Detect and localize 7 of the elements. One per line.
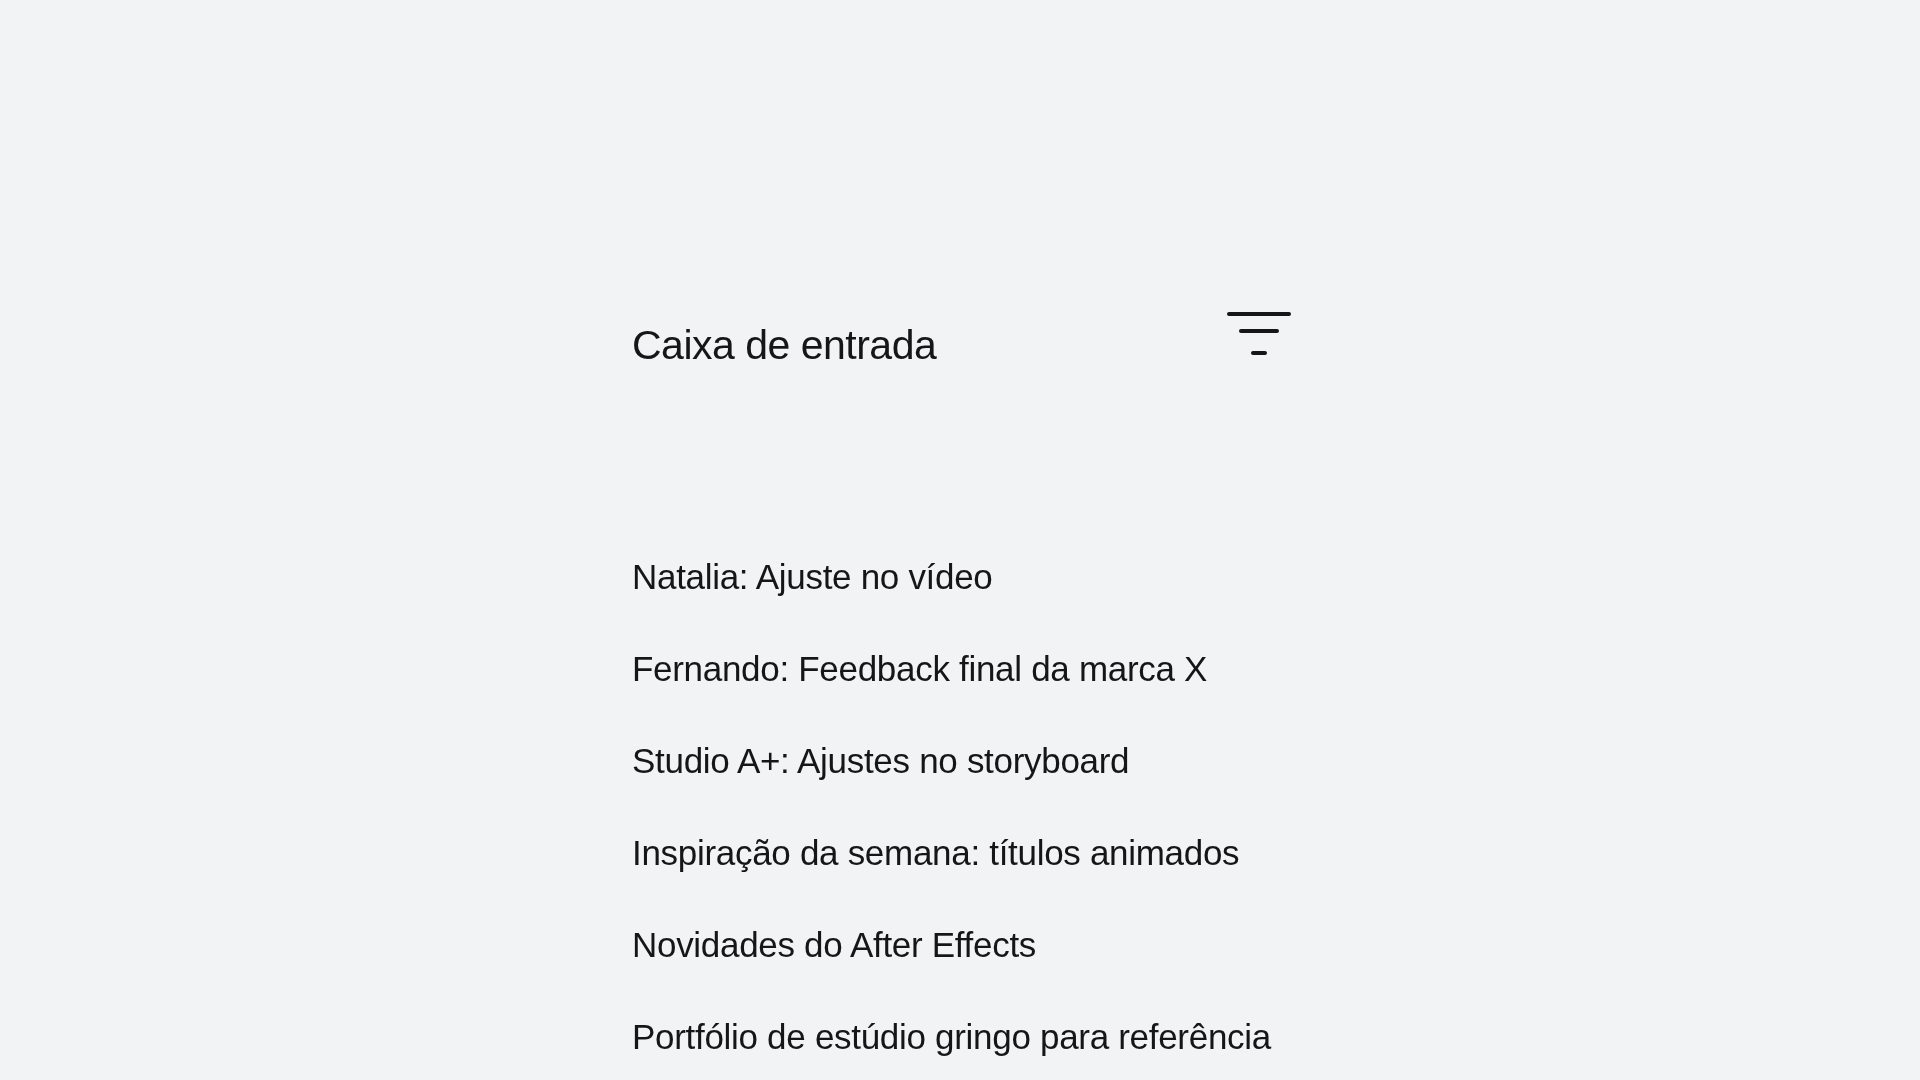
message-item[interactable]: Inspiração da semana: títulos animados: [632, 831, 1240, 875]
inbox-title: Caixa de entrada: [632, 321, 937, 369]
message-item[interactable]: Natalia: Ajuste no vídeo: [632, 555, 993, 599]
message-item[interactable]: Portfólio de estúdio gringo para referência: [632, 1015, 1271, 1059]
message-item[interactable]: Novidades do After Effects: [632, 923, 1036, 967]
message-item[interactable]: Fernando: Feedback final da marca X: [632, 647, 1208, 691]
message-item[interactable]: Studio A+: Ajustes no storyboard: [632, 739, 1130, 783]
